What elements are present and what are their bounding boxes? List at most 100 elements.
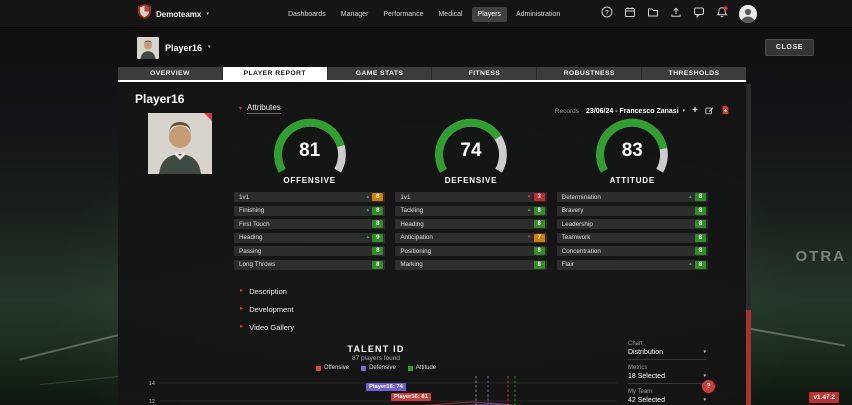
attribute-row[interactable]: Leadership 8 <box>557 219 708 229</box>
attribute-row[interactable]: First Touch 8 <box>234 219 385 229</box>
trend-icon <box>686 195 695 200</box>
attribute-row[interactable]: Heading 9 <box>234 233 385 243</box>
attribute-value-badge: 8 <box>534 220 545 228</box>
attributes-section-header[interactable]: ▾ Attributes <box>239 103 281 114</box>
attribute-row[interactable]: Marking 8 <box>395 260 546 270</box>
attribute-list: Determination 8 Bravery 8 Leadership 8 <box>557 192 708 270</box>
legend-swatch <box>361 366 366 371</box>
folder-icon[interactable] <box>647 5 659 23</box>
attribute-value-badge: 8 <box>695 234 706 242</box>
attribute-value-badge: 3 <box>534 193 545 201</box>
section-toggle-video-gallery[interactable]: ▸ Video Gallery <box>240 323 294 332</box>
talent-chart[interactable]: 14 12 Player16: 74 Player16: 81 <box>130 374 622 405</box>
attribute-row[interactable]: Flair 8 <box>557 260 708 270</box>
attribute-label: Tackling <box>400 207 524 214</box>
chevron-right-icon: ▸ <box>240 288 243 295</box>
scrollbar-thumb[interactable] <box>746 310 751 405</box>
upload-icon[interactable] <box>670 5 682 23</box>
chevron-right-icon: ▸ <box>240 306 243 313</box>
attitude-gauge: 83 <box>580 114 684 176</box>
gauge-value: 74 <box>419 140 523 162</box>
attribute-label: Marking <box>400 261 524 268</box>
team-selector[interactable]: Demoteamx ▾ <box>138 0 209 28</box>
defensive-gauge: 74 <box>419 114 523 176</box>
attribute-label: Concentration <box>562 248 686 255</box>
attribute-label: Heading <box>400 221 524 228</box>
attribute-row[interactable]: Passing 8 <box>234 246 385 256</box>
nav-item-performance[interactable]: Performance <box>377 7 429 22</box>
legend-label: Defensive <box>369 365 396 371</box>
legend-item-attitude[interactable]: Attitude <box>408 365 436 371</box>
tab-fitness[interactable]: FITNESS <box>432 67 537 80</box>
chevron-down-icon: ▾ <box>239 106 242 112</box>
content-scrollbar[interactable] <box>746 84 751 405</box>
field-line <box>19 333 121 360</box>
trend-icon <box>363 235 372 240</box>
page-title: Player16 <box>135 92 184 106</box>
chevron-right-icon: ▸ <box>240 324 243 331</box>
chevron-down-icon: ▾ <box>703 350 706 355</box>
section-toggle-development[interactable]: ▸ Development <box>240 305 294 314</box>
attribute-row[interactable]: Bravery 8 <box>557 206 708 216</box>
attribute-row[interactable]: Teamwork 8 <box>557 233 708 243</box>
attribute-row[interactable]: Positioning 8 <box>395 246 546 256</box>
help-button[interactable]: ? <box>702 380 715 393</box>
chart-legend: Offensive Defensive Attitude <box>130 365 622 371</box>
trend-icon <box>525 195 534 200</box>
attribute-label: Positioning <box>400 248 524 255</box>
topbar-icons: ? <box>601 0 757 28</box>
nav-item-manager[interactable]: Manager <box>335 7 375 22</box>
chevron-down-icon: ▾ <box>206 12 209 17</box>
nav-item-players[interactable]: Players <box>472 7 507 22</box>
calendar-icon[interactable] <box>624 5 636 23</box>
report-panel: Player16 ▾ Attributes Records 23/06/24 -… <box>118 84 746 405</box>
control-metrics[interactable]: Metrics 18 Selected ▾ <box>628 365 706 384</box>
version-badge: v1.47.2 <box>809 392 839 403</box>
attribute-label: Determination <box>562 194 686 201</box>
attribute-row[interactable]: Determination 8 <box>557 192 708 202</box>
attribute-row[interactable]: Long Throws 8 <box>234 260 385 270</box>
tab-thresholds[interactable]: THRESHOLDS <box>642 67 746 80</box>
user-avatar[interactable] <box>739 5 757 23</box>
control-my-team[interactable]: My Team 42 Selected ▾ <box>628 389 706 405</box>
attribute-row[interactable]: 1v1 8 <box>234 192 385 202</box>
attribute-list: 1v1 3 Tackling 8 Heading 8 <box>395 192 546 270</box>
attribute-value-badge: 8 <box>695 220 706 228</box>
group-name: OFFENSIVE <box>234 176 385 186</box>
tab-overview[interactable]: OVERVIEW <box>118 67 223 80</box>
close-button[interactable]: CLOSE <box>765 39 814 56</box>
legend-item-defensive[interactable]: Defensive <box>361 365 396 371</box>
export-record-button[interactable] <box>721 102 730 120</box>
y-axis-tick: 14 <box>149 381 155 387</box>
legend-item-offensive[interactable]: Offensive <box>316 365 349 371</box>
chart-tooltip: Player16: 81 <box>391 393 431 401</box>
field-line <box>747 327 846 346</box>
chat-icon[interactable] <box>693 5 705 23</box>
attribute-row[interactable]: Concentration 8 <box>557 246 708 256</box>
section-toggle-description[interactable]: ▸ Description <box>240 287 294 296</box>
attribute-row[interactable]: 1v1 3 <box>395 192 546 202</box>
player-selector[interactable]: Player16 ▾ <box>137 37 211 59</box>
attribute-label: 1v1 <box>400 194 524 201</box>
tab-robustness[interactable]: ROBUSTNESS <box>537 67 642 80</box>
tab-player-report[interactable]: PLAYER REPORT <box>223 67 328 80</box>
help-icon[interactable]: ? <box>601 5 613 23</box>
attribute-group-offensive: 81 OFFENSIVE 1v1 8 Finishing 8 Fi <box>234 114 385 273</box>
nav-item-dashboards[interactable]: Dashboards <box>282 7 332 22</box>
trend-icon <box>525 208 534 213</box>
control-chart-type[interactable]: Chart Distribution ▾ <box>628 341 706 360</box>
nav-item-administration[interactable]: Administration <box>510 7 566 22</box>
player-name: Player16 <box>165 43 202 53</box>
notification-dot <box>724 6 728 10</box>
nav-item-medical[interactable]: Medical <box>432 7 468 22</box>
attribute-row[interactable]: Anticipation 7 <box>395 233 546 243</box>
legend-swatch <box>316 366 321 371</box>
attribute-label: Teamwork <box>562 234 686 241</box>
chevron-down-icon: ▾ <box>683 109 686 114</box>
tab-game-stats[interactable]: GAME STATS <box>328 67 433 80</box>
attribute-row[interactable]: Tackling 8 <box>395 206 546 216</box>
bell-icon[interactable] <box>716 5 728 23</box>
talent-title: TALENT ID <box>130 344 622 354</box>
attribute-row[interactable]: Finishing 8 <box>234 206 385 216</box>
attribute-row[interactable]: Heading 8 <box>395 219 546 229</box>
